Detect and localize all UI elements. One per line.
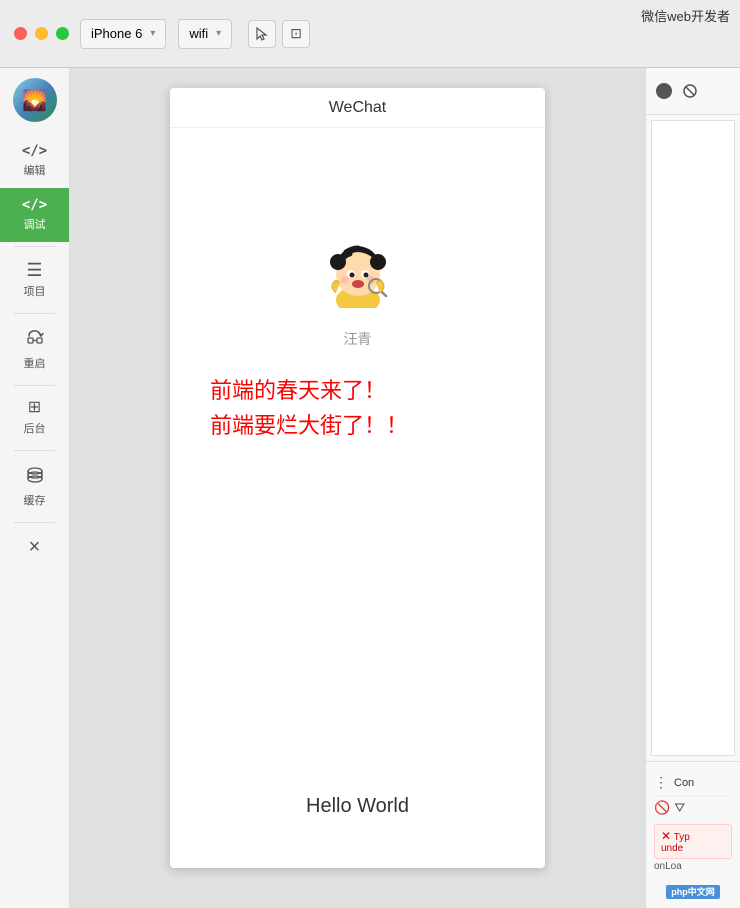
content-area: WeChat — [70, 68, 740, 908]
menu-icon[interactable]: ⋮ — [654, 774, 668, 791]
debug-label: 调试 — [24, 216, 46, 232]
network-name: wifi — [189, 26, 208, 41]
close-button[interactable] — [14, 27, 27, 40]
avatar[interactable]: 🌄 — [13, 78, 57, 122]
minimize-button[interactable] — [35, 27, 48, 40]
project-icon: ☰ — [26, 261, 42, 279]
network-selector[interactable]: wifi ▾ — [178, 19, 232, 49]
app-title: 微信web开发者 — [641, 6, 730, 25]
project-label: 项目 — [24, 283, 46, 299]
backend-icon: ⊞ — [28, 400, 41, 416]
error-type: Typ — [674, 832, 690, 843]
divider-1 — [14, 246, 55, 247]
phone-statusbar: WeChat — [170, 88, 545, 128]
right-panel-white-area — [651, 120, 735, 756]
inspect-icon: ⊡ — [290, 25, 302, 42]
sidebar-item-project[interactable]: ☰ 项目 — [0, 251, 69, 309]
error-row: ✕ Typ unde — [654, 824, 732, 859]
console-toolbar: ⋮ Con — [654, 770, 732, 796]
titlebar-controls: iPhone 6 ▾ wifi ▾ ⊡ — [80, 0, 310, 67]
filter-row: 🚫 ⛛ — [654, 796, 732, 820]
edit-code-icon: </> — [22, 144, 47, 158]
debug-code-icon: </> — [22, 198, 47, 212]
error-icon: ✕ — [661, 829, 671, 843]
sidebar-item-edit[interactable]: </> 编辑 — [0, 134, 69, 188]
php-badge: php中文网 — [654, 882, 732, 900]
cache-label: 缓存 — [24, 492, 46, 508]
message-line1: 前端的春天来了！ — [210, 373, 525, 408]
sidebar-item-restart[interactable]: 重启 — [0, 318, 69, 381]
main-layout: 🌄 </> 编辑 </> 调试 ☰ 项目 — [0, 68, 740, 908]
phone-content: 汪青 前端的春天来了！ 前端要烂大街了！！ Hello World — [170, 128, 545, 868]
inspect-tool-button[interactable]: ⊡ — [282, 20, 310, 48]
divider-4 — [14, 450, 55, 451]
device-name: iPhone 6 — [91, 26, 142, 41]
network-arrow-icon: ▾ — [216, 28, 221, 39]
onload-text: onLoa — [654, 859, 732, 874]
error-detail: unde — [661, 843, 683, 854]
divider-2 — [14, 313, 55, 314]
sidebar-item-cache[interactable]: 缓存 — [0, 455, 69, 518]
titlebar: iPhone 6 ▾ wifi ▾ ⊡ 微信web开发者 — [0, 0, 740, 68]
right-panel: ⋮ Con 🚫 ⛛ ✕ Typ unde onLoa php中文网 — [645, 68, 740, 908]
sidebar: 🌄 </> 编辑 </> 调试 ☰ 项目 — [0, 68, 70, 908]
restart-icon — [25, 328, 45, 351]
cursor-icon — [254, 26, 270, 42]
restart-label: 重启 — [24, 355, 46, 371]
divider-5 — [14, 522, 55, 523]
footer-text: Hello World — [306, 795, 409, 848]
php-badge-text: php中文网 — [666, 885, 720, 899]
cursor-tool-button[interactable] — [248, 20, 276, 48]
no-icon — [682, 83, 698, 99]
funnel-filter-icon[interactable]: ⛛ — [674, 800, 685, 816]
phone-simulator: WeChat — [70, 68, 645, 908]
edit-label: 编辑 — [24, 162, 46, 178]
right-panel-top — [646, 68, 740, 115]
message-content: 前端的春天来了！ 前端要烂大街了！！ — [190, 373, 525, 443]
divider-3 — [14, 385, 55, 386]
user-avatar-image — [318, 228, 398, 308]
username-label: 汪青 — [344, 329, 372, 349]
right-panel-bottom: ⋮ Con 🚫 ⛛ ✕ Typ unde onLoa php中文网 — [646, 761, 740, 908]
close-icon: × — [29, 537, 41, 557]
console-label: Con — [674, 775, 694, 791]
phone-frame: WeChat — [170, 88, 545, 868]
window-controls — [0, 27, 69, 40]
sidebar-item-backend[interactable]: ⊞ 后台 — [0, 390, 69, 446]
backend-label: 后台 — [24, 420, 46, 436]
message-line2: 前端要烂大街了！！ — [210, 408, 525, 443]
sidebar-item-close[interactable]: × — [0, 527, 69, 567]
maximize-button[interactable] — [56, 27, 69, 40]
dot-icon — [656, 83, 672, 99]
cache-icon — [25, 465, 45, 488]
device-arrow-icon: ▾ — [150, 28, 155, 39]
user-avatar-container — [318, 228, 398, 313]
block-filter-icon[interactable]: 🚫 — [654, 800, 670, 816]
avatar-emoji: 🌄 — [22, 88, 47, 113]
phone-title: WeChat — [329, 99, 387, 117]
device-selector[interactable]: iPhone 6 ▾ — [80, 19, 166, 49]
sidebar-item-debug[interactable]: </> 调试 — [0, 188, 69, 242]
